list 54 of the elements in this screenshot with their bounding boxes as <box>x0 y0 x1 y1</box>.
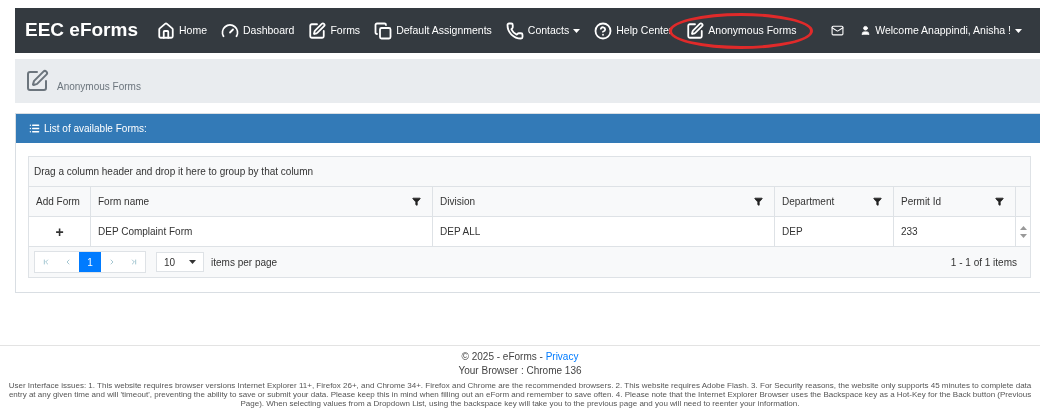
caret-icon <box>189 260 196 264</box>
nav-link[interactable]: Dashboard <box>214 21 302 40</box>
filter-icon[interactable] <box>412 197 421 206</box>
column-header[interactable]: Division <box>433 187 775 216</box>
help-icon <box>594 21 613 40</box>
house-icon <box>157 21 175 40</box>
nav-link[interactable]: Contacts <box>498 21 588 40</box>
privacy-link[interactable]: Privacy <box>545 351 579 362</box>
user-menu[interactable]: Welcome Anappindi, Anisha ! <box>860 22 1022 39</box>
chevron-left-icon <box>64 258 72 266</box>
pen-square-icon <box>25 69 49 93</box>
nav-link[interactable]: Anonymous Forms <box>679 21 804 40</box>
filter-icon[interactable] <box>995 197 1004 206</box>
browser-info: Your Browser : Chrome 136 <box>458 364 582 378</box>
phone-icon <box>505 21 524 40</box>
filter-icon[interactable] <box>754 197 763 206</box>
brand-title[interactable]: EEC eForms <box>25 16 138 45</box>
pen-square-icon <box>686 21 705 40</box>
page-button[interactable]: 1 <box>79 252 101 272</box>
chevron-right-icon <box>108 258 116 266</box>
caret-icon <box>1015 28 1022 33</box>
column-header[interactable]: Add Form <box>29 187 91 216</box>
scroll-up-icon[interactable] <box>1019 225 1027 230</box>
nav-link[interactable]: Default Assignments <box>367 21 499 40</box>
copy-icon <box>374 21 393 40</box>
add-form-button[interactable]: + <box>55 224 64 239</box>
disclaimer-text: User Interface issues: 1. This website requires browser versions Internet Explorer 11+, Firefox 26+, and Chrome 34+. Firefox and Chrome are the recommended browsers. 2. This website requires Adobe Flash. 3. For Security reasons, the website only supports 45 minutes to complete data entry at any given time and will 'timeout', preventing the ability to save or submit your data. Please keep this in mind when filling out an eForm and remember to save often. 4. Please note that the Internet Explorer Browser uses the Backspace key as a Hot-Key for the Back button (Previous Page). When selecting values from a Dropdown List, using the backspace key will take you to the previous page and you will need to reenter your information. <box>7 381 1033 408</box>
page-size-select[interactable]: 10 <box>156 252 204 272</box>
group-hint: Drag a column header and drop it here to group by that column <box>29 157 1030 187</box>
nav-link[interactable]: Forms <box>301 21 368 40</box>
table-cell: 233 <box>894 217 1016 246</box>
page-size-label: items per page <box>211 255 278 270</box>
first-page-icon <box>42 258 50 266</box>
list-icon <box>29 123 40 134</box>
table-cell: DEP <box>775 217 894 246</box>
last-page-icon <box>130 258 138 266</box>
nav-link[interactable]: Help Center <box>587 21 680 40</box>
page-title: Anonymous Forms <box>57 80 141 94</box>
table-cell: DEP ALL <box>433 217 775 246</box>
mail-icon[interactable] <box>831 24 845 37</box>
nav-link[interactable]: Home <box>150 21 214 40</box>
column-header[interactable]: Form name <box>91 187 433 216</box>
column-header[interactable]: Department <box>775 187 894 216</box>
column-header[interactable]: Permit Id <box>894 187 1016 216</box>
user-icon <box>860 25 872 36</box>
copyright-text: © 2025 - eForms - Privacy <box>461 350 579 364</box>
pen-square-icon <box>308 21 327 40</box>
caret-icon <box>573 28 581 33</box>
table-cell: DEP Complaint Form <box>91 217 433 246</box>
panel-title: List of available Forms: <box>44 122 147 136</box>
scroll-down-icon[interactable] <box>1019 233 1027 238</box>
filter-icon[interactable] <box>873 197 882 206</box>
pager-summary: 1 - 1 of 1 items <box>950 255 1017 270</box>
gauge-icon <box>221 21 239 40</box>
